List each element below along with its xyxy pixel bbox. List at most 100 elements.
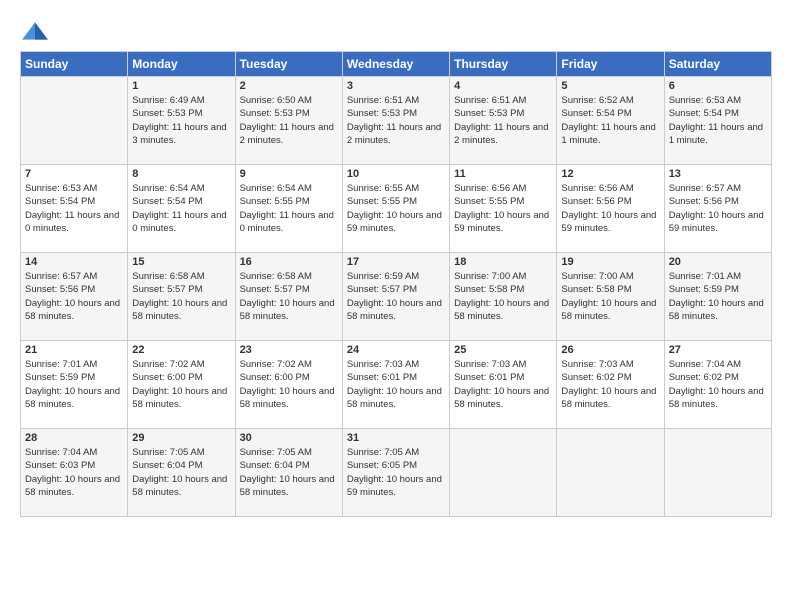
day-number: 17 (347, 256, 445, 268)
weekday-header-wednesday: Wednesday (342, 52, 449, 77)
sunset-text: Sunset: 5:57 PM (132, 284, 202, 295)
daylight-text: Daylight: 10 hours and 59 minutes. (669, 210, 764, 234)
day-number: 5 (561, 80, 659, 92)
calendar-cell: 9 Sunrise: 6:54 AM Sunset: 5:55 PM Dayli… (235, 165, 342, 253)
daylight-text: Daylight: 10 hours and 58 minutes. (25, 298, 120, 322)
calendar-cell: 16 Sunrise: 6:58 AM Sunset: 5:57 PM Dayl… (235, 253, 342, 341)
day-number: 28 (25, 432, 123, 444)
day-number: 4 (454, 80, 552, 92)
daylight-text: Daylight: 10 hours and 58 minutes. (561, 298, 656, 322)
sunset-text: Sunset: 5:55 PM (240, 196, 310, 207)
daylight-text: Daylight: 10 hours and 58 minutes. (240, 474, 335, 498)
daylight-text: Daylight: 11 hours and 2 minutes. (240, 122, 334, 146)
sunset-text: Sunset: 5:55 PM (347, 196, 417, 207)
day-info: Sunrise: 6:54 AM Sunset: 5:55 PM Dayligh… (240, 182, 338, 235)
day-info: Sunrise: 6:52 AM Sunset: 5:54 PM Dayligh… (561, 94, 659, 147)
day-info: Sunrise: 6:58 AM Sunset: 5:57 PM Dayligh… (240, 270, 338, 323)
day-number: 20 (669, 256, 767, 268)
calendar-cell: 28 Sunrise: 7:04 AM Sunset: 6:03 PM Dayl… (21, 429, 128, 517)
sunrise-text: Sunrise: 7:04 AM (669, 359, 741, 370)
sunset-text: Sunset: 5:58 PM (454, 284, 524, 295)
day-info: Sunrise: 7:04 AM Sunset: 6:03 PM Dayligh… (25, 446, 123, 499)
day-info: Sunrise: 7:03 AM Sunset: 6:01 PM Dayligh… (454, 358, 552, 411)
day-number: 30 (240, 432, 338, 444)
sunset-text: Sunset: 5:54 PM (25, 196, 95, 207)
day-number: 1 (132, 80, 230, 92)
sunrise-text: Sunrise: 7:01 AM (669, 271, 741, 282)
calendar-cell: 24 Sunrise: 7:03 AM Sunset: 6:01 PM Dayl… (342, 341, 449, 429)
calendar-cell: 8 Sunrise: 6:54 AM Sunset: 5:54 PM Dayli… (128, 165, 235, 253)
sunset-text: Sunset: 5:59 PM (669, 284, 739, 295)
calendar-table: SundayMondayTuesdayWednesdayThursdayFrid… (20, 51, 772, 517)
day-number: 14 (25, 256, 123, 268)
calendar-cell: 29 Sunrise: 7:05 AM Sunset: 6:04 PM Dayl… (128, 429, 235, 517)
sunset-text: Sunset: 6:01 PM (347, 372, 417, 383)
sunset-text: Sunset: 5:53 PM (454, 108, 524, 119)
day-info: Sunrise: 6:54 AM Sunset: 5:54 PM Dayligh… (132, 182, 230, 235)
day-number: 19 (561, 256, 659, 268)
day-info: Sunrise: 6:57 AM Sunset: 5:56 PM Dayligh… (25, 270, 123, 323)
daylight-text: Daylight: 10 hours and 58 minutes. (132, 386, 227, 410)
day-number: 21 (25, 344, 123, 356)
day-info: Sunrise: 6:53 AM Sunset: 5:54 PM Dayligh… (669, 94, 767, 147)
daylight-text: Daylight: 11 hours and 0 minutes. (132, 210, 226, 234)
daylight-text: Daylight: 10 hours and 58 minutes. (25, 474, 120, 498)
calendar-cell: 1 Sunrise: 6:49 AM Sunset: 5:53 PM Dayli… (128, 77, 235, 165)
logo-icon (20, 21, 50, 41)
calendar-cell: 2 Sunrise: 6:50 AM Sunset: 5:53 PM Dayli… (235, 77, 342, 165)
day-info: Sunrise: 6:51 AM Sunset: 5:53 PM Dayligh… (454, 94, 552, 147)
sunset-text: Sunset: 6:04 PM (240, 460, 310, 471)
day-number: 16 (240, 256, 338, 268)
sunset-text: Sunset: 5:57 PM (347, 284, 417, 295)
calendar-cell (557, 429, 664, 517)
day-info: Sunrise: 7:05 AM Sunset: 6:04 PM Dayligh… (132, 446, 230, 499)
sunrise-text: Sunrise: 7:00 AM (561, 271, 633, 282)
calendar-cell: 26 Sunrise: 7:03 AM Sunset: 6:02 PM Dayl… (557, 341, 664, 429)
daylight-text: Daylight: 11 hours and 1 minute. (669, 122, 763, 146)
daylight-text: Daylight: 10 hours and 59 minutes. (561, 210, 656, 234)
day-info: Sunrise: 6:59 AM Sunset: 5:57 PM Dayligh… (347, 270, 445, 323)
sunset-text: Sunset: 5:59 PM (25, 372, 95, 383)
sunrise-text: Sunrise: 7:03 AM (347, 359, 419, 370)
sunset-text: Sunset: 6:00 PM (240, 372, 310, 383)
day-number: 7 (25, 168, 123, 180)
sunrise-text: Sunrise: 6:54 AM (132, 183, 204, 194)
weekday-header-sunday: Sunday (21, 52, 128, 77)
sunrise-text: Sunrise: 6:51 AM (347, 95, 419, 106)
day-info: Sunrise: 7:05 AM Sunset: 6:05 PM Dayligh… (347, 446, 445, 499)
calendar-cell: 25 Sunrise: 7:03 AM Sunset: 6:01 PM Dayl… (450, 341, 557, 429)
daylight-text: Daylight: 11 hours and 2 minutes. (347, 122, 441, 146)
calendar-cell: 10 Sunrise: 6:55 AM Sunset: 5:55 PM Dayl… (342, 165, 449, 253)
day-info: Sunrise: 7:00 AM Sunset: 5:58 PM Dayligh… (561, 270, 659, 323)
weekday-header-tuesday: Tuesday (235, 52, 342, 77)
sunrise-text: Sunrise: 7:01 AM (25, 359, 97, 370)
sunrise-text: Sunrise: 6:58 AM (132, 271, 204, 282)
day-number: 25 (454, 344, 552, 356)
day-info: Sunrise: 7:05 AM Sunset: 6:04 PM Dayligh… (240, 446, 338, 499)
weekday-header-thursday: Thursday (450, 52, 557, 77)
calendar-cell (664, 429, 771, 517)
sunrise-text: Sunrise: 6:56 AM (561, 183, 633, 194)
day-number: 27 (669, 344, 767, 356)
daylight-text: Daylight: 10 hours and 58 minutes. (347, 298, 442, 322)
day-number: 24 (347, 344, 445, 356)
calendar-cell: 21 Sunrise: 7:01 AM Sunset: 5:59 PM Dayl… (21, 341, 128, 429)
calendar-cell: 23 Sunrise: 7:02 AM Sunset: 6:00 PM Dayl… (235, 341, 342, 429)
sunset-text: Sunset: 5:54 PM (132, 196, 202, 207)
sunrise-text: Sunrise: 7:02 AM (240, 359, 312, 370)
sunset-text: Sunset: 5:53 PM (132, 108, 202, 119)
day-info: Sunrise: 7:00 AM Sunset: 5:58 PM Dayligh… (454, 270, 552, 323)
sunset-text: Sunset: 6:04 PM (132, 460, 202, 471)
daylight-text: Daylight: 10 hours and 59 minutes. (454, 210, 549, 234)
weekday-header-saturday: Saturday (664, 52, 771, 77)
day-number: 18 (454, 256, 552, 268)
day-number: 2 (240, 80, 338, 92)
sunrise-text: Sunrise: 6:57 AM (669, 183, 741, 194)
day-number: 23 (240, 344, 338, 356)
day-number: 8 (132, 168, 230, 180)
sunset-text: Sunset: 5:58 PM (561, 284, 631, 295)
calendar-cell: 20 Sunrise: 7:01 AM Sunset: 5:59 PM Dayl… (664, 253, 771, 341)
sunrise-text: Sunrise: 6:49 AM (132, 95, 204, 106)
sunset-text: Sunset: 5:55 PM (454, 196, 524, 207)
day-info: Sunrise: 7:02 AM Sunset: 6:00 PM Dayligh… (132, 358, 230, 411)
